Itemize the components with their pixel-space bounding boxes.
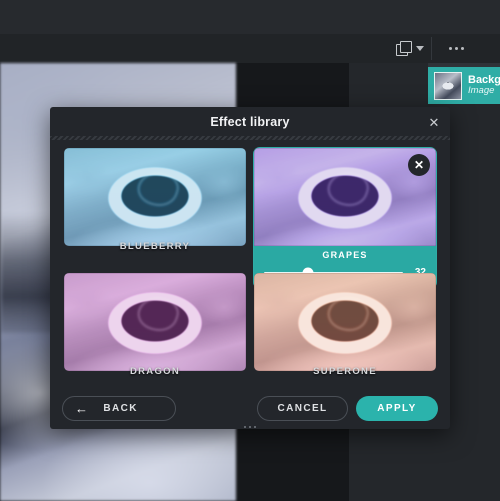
app-toolbar <box>0 34 500 64</box>
more-options-icon[interactable] <box>449 34 464 63</box>
back-button-label: BACK <box>103 403 138 414</box>
effect-thumb-wrap <box>254 273 436 371</box>
duplicate-layer-icon[interactable] <box>396 41 412 56</box>
cancel-button-label: CANCEL <box>277 403 328 414</box>
dialog-title-bar[interactable]: Effect library ✕ <box>50 107 450 136</box>
effect-thumb-wrap <box>64 148 246 246</box>
toolbar-divider <box>431 37 432 60</box>
layer-thumbnail <box>434 71 462 100</box>
effect-thumb-wrap <box>64 273 246 371</box>
apply-button-label: APPLY <box>377 403 417 414</box>
page-title: Effect library <box>210 114 290 129</box>
effect-thumb-wrap: ✕ GRAPES 32 <box>254 148 436 288</box>
arrow-left-icon: ← <box>75 401 90 416</box>
effect-thumbnail[interactable]: ✕ <box>254 148 436 246</box>
dialog-footer: ← BACK CANCEL APPLY <box>50 389 450 429</box>
effect-name: SUPERONE <box>313 366 377 377</box>
effect-name: DRAGON <box>129 366 181 377</box>
effect-name: GRAPES <box>322 250 368 260</box>
effect-card-superone[interactable]: SUPERONE <box>254 273 436 377</box>
chevron-down-icon[interactable] <box>416 46 424 51</box>
layer-kind: Image <box>468 85 495 97</box>
effect-card-grapes[interactable]: ✕ GRAPES 32 <box>254 148 436 288</box>
dialog-resize-handle[interactable] <box>244 426 256 428</box>
layer-item-background[interactable]: Background Image <box>428 67 500 104</box>
effect-name: BLUEBERRY <box>119 241 191 252</box>
duplicate-layer-control[interactable] <box>396 34 424 63</box>
back-button[interactable]: ← BACK <box>62 396 176 421</box>
effect-tint-wash <box>254 273 436 371</box>
apply-button[interactable]: APPLY <box>356 396 438 421</box>
effect-tint-wash <box>64 273 246 371</box>
app-root: Background Image Effect library ✕ <box>0 0 500 501</box>
effect-grid: BLUEBERRY ✕ GRAPES DRAGON SUPERONE <box>50 140 450 492</box>
remove-effect-icon[interactable]: ✕ <box>408 154 430 176</box>
cancel-button[interactable]: CANCEL <box>257 396 348 421</box>
effect-thumbnail[interactable] <box>64 273 246 371</box>
effect-library-dialog: Effect library ✕ BLUEBERRY ✕ GRAPES DRAG… <box>50 107 450 429</box>
effect-card-blueberry[interactable]: BLUEBERRY <box>64 148 246 252</box>
effect-thumbnail[interactable] <box>64 148 246 246</box>
effect-tint-wash <box>64 148 246 246</box>
app-title-bar <box>0 0 500 34</box>
effect-thumbnail[interactable] <box>254 273 436 371</box>
layer-text-block: Background Image <box>468 74 500 98</box>
close-icon[interactable]: ✕ <box>426 114 442 130</box>
effect-card-dragon[interactable]: DRAGON <box>64 273 246 377</box>
